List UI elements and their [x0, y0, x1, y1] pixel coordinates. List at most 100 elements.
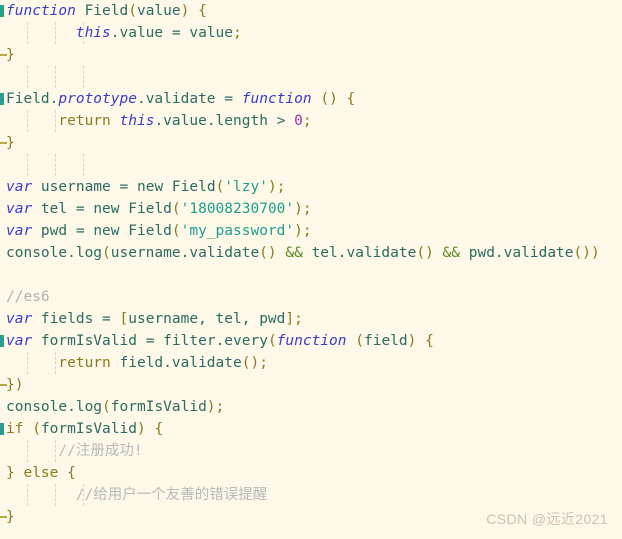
fold-start-marker[interactable]: [0, 93, 4, 105]
code-token: function: [276, 333, 347, 349]
fold-start-marker[interactable]: [0, 5, 4, 17]
code-token: =: [75, 201, 85, 217]
code-token: username: [32, 179, 120, 195]
code-token: (): [241, 355, 260, 371]
fold-end-marker[interactable]: [0, 384, 7, 386]
code-token: (: [267, 333, 277, 349]
code-line[interactable]: [0, 154, 622, 176]
code-line[interactable]: function Field(value) {: [0, 0, 622, 22]
code-token: =: [119, 179, 129, 195]
code-line[interactable]: }: [0, 132, 622, 154]
code-token: (: [171, 223, 181, 239]
code-token: formIsValid: [40, 421, 137, 437]
code-token: ;: [259, 355, 268, 371]
code-line[interactable]: return field.validate();: [0, 352, 622, 374]
code-line[interactable]: return this.value.length > 0;: [0, 110, 622, 132]
code-token: }: [6, 135, 15, 151]
code-line[interactable]: console.log(formIsValid);: [0, 396, 622, 418]
code-token: (: [215, 179, 225, 195]
code-editor[interactable]: function Field(value) { this.value = val…: [0, 0, 622, 539]
code-token: =: [224, 91, 234, 107]
code-token: //注册成功!: [58, 443, 143, 459]
code-line[interactable]: //给用户一个友善的错误提醒: [0, 484, 622, 506]
code-token: //给用户一个友善的错误提醒: [75, 487, 268, 503]
code-token: ): [267, 179, 277, 195]
code-token: ): [180, 3, 190, 19]
code-token: }: [6, 465, 15, 481]
code-token: .value: [110, 25, 172, 41]
code-token: =: [102, 311, 111, 327]
code-token: &&: [442, 245, 461, 261]
code-line[interactable]: var username = new Field('lzy');: [0, 176, 622, 198]
code-token: field: [363, 333, 408, 349]
code-line[interactable]: var formIsValid = filter.every(function …: [0, 330, 622, 352]
indent-guide: [27, 352, 28, 374]
code-token: ;: [294, 311, 303, 327]
fold-start-marker[interactable]: [0, 335, 4, 347]
code-token: {: [154, 421, 164, 437]
code-token: return: [58, 113, 111, 129]
code-line[interactable]: if (formIsValid) {: [0, 418, 622, 440]
code-line[interactable]: }: [0, 44, 622, 66]
code-token: ;: [302, 113, 312, 129]
code-token: var: [6, 311, 33, 327]
code-line[interactable]: this.value = value;: [0, 22, 622, 44]
code-token: 0: [294, 113, 303, 129]
code-line[interactable]: var pwd = new Field('my_password');: [0, 220, 622, 242]
code-line[interactable]: //注册成功!: [0, 440, 622, 462]
code-token: //es6: [6, 289, 50, 305]
code-token: function: [241, 91, 312, 107]
code-token: tel: [32, 201, 76, 217]
code-line[interactable]: var tel = new Field('18008230700');: [0, 198, 622, 220]
fold-end-marker[interactable]: [0, 54, 7, 56]
code-line[interactable]: } else {: [0, 462, 622, 484]
code-token: =: [145, 333, 155, 349]
code-token: =: [75, 223, 85, 239]
code-token: (): [259, 245, 277, 261]
code-content[interactable]: function Field(value) { this.value = val…: [0, 0, 622, 539]
code-token: ): [206, 399, 216, 415]
indent-guide: [55, 484, 56, 506]
fold-end-marker[interactable]: [0, 142, 7, 144]
code-token: this: [119, 113, 155, 129]
code-token: ): [329, 91, 338, 107]
indent-guide: [55, 66, 56, 88]
code-token: (): [416, 245, 434, 261]
code-line[interactable]: //es6: [0, 286, 622, 308]
code-token: {: [67, 465, 76, 481]
code-token: {: [425, 333, 434, 349]
code-line[interactable]: Field.prototype.validate = function () {: [0, 88, 622, 110]
code-token: ()): [573, 245, 600, 261]
indent-guide: [83, 66, 84, 88]
indent-guide: [27, 66, 28, 88]
code-line[interactable]: [0, 66, 622, 88]
code-token: function: [6, 3, 76, 19]
code-token: new: [84, 201, 129, 217]
fold-end-marker[interactable]: [0, 516, 7, 518]
code-line[interactable]: }): [0, 374, 622, 396]
code-token: this: [75, 25, 111, 41]
indent-guide: [27, 154, 28, 176]
indent-guide: [83, 22, 84, 44]
code-token: console.log: [6, 245, 103, 261]
code-line[interactable]: [0, 264, 622, 286]
code-token: ): [136, 421, 146, 437]
fold-start-marker[interactable]: [0, 423, 4, 435]
indent-guide: [27, 22, 28, 44]
code-line[interactable]: console.log(username.validate() && tel.v…: [0, 242, 622, 264]
code-token: else: [23, 465, 59, 481]
code-token: ;: [215, 399, 225, 415]
code-token: (: [102, 399, 111, 415]
code-line[interactable]: var fields = [username, tel, pwd];: [0, 308, 622, 330]
